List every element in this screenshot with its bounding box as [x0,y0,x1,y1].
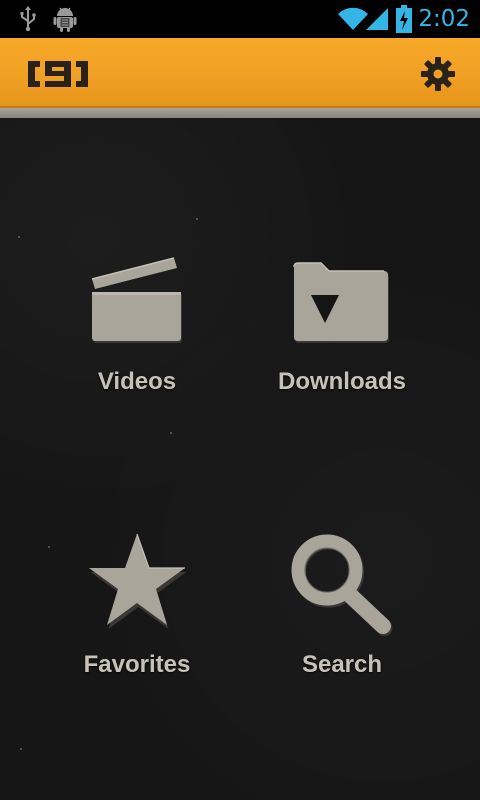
texture-speck [196,218,198,220]
android-debug-icon [52,0,78,38]
menu-tile-downloads[interactable]: Downloads [242,254,442,454]
menu-label-downloads: Downloads [277,368,406,395]
action-bar-divider [0,108,480,118]
usb-icon [16,0,40,38]
app-logo [26,59,90,89]
menu-label-videos: Videos [97,368,177,395]
status-time: 2:02 [418,6,470,32]
battery-charging-icon [394,0,414,38]
gear-icon [421,57,455,91]
status-bar: 2:02 [0,0,480,38]
texture-speck [18,236,20,238]
menu-tile-favorites[interactable]: Favorites [37,530,237,730]
menu-tile-videos[interactable]: Videos [37,254,237,454]
action-bar [0,38,480,108]
magnifier-icon [242,530,442,640]
clapperboard-icon [37,254,237,350]
menu-label-favorites: Favorites [83,651,191,678]
settings-button[interactable] [418,54,458,94]
menu-label-search: Search [301,651,383,678]
app-screen: 2:02 Videos Downloads Favorites Search [0,0,480,800]
star-icon [37,530,237,634]
download-folder-icon [242,254,442,350]
menu-tile-search[interactable]: Search [242,530,442,730]
texture-speck [20,748,22,750]
signal-icon [364,0,390,38]
